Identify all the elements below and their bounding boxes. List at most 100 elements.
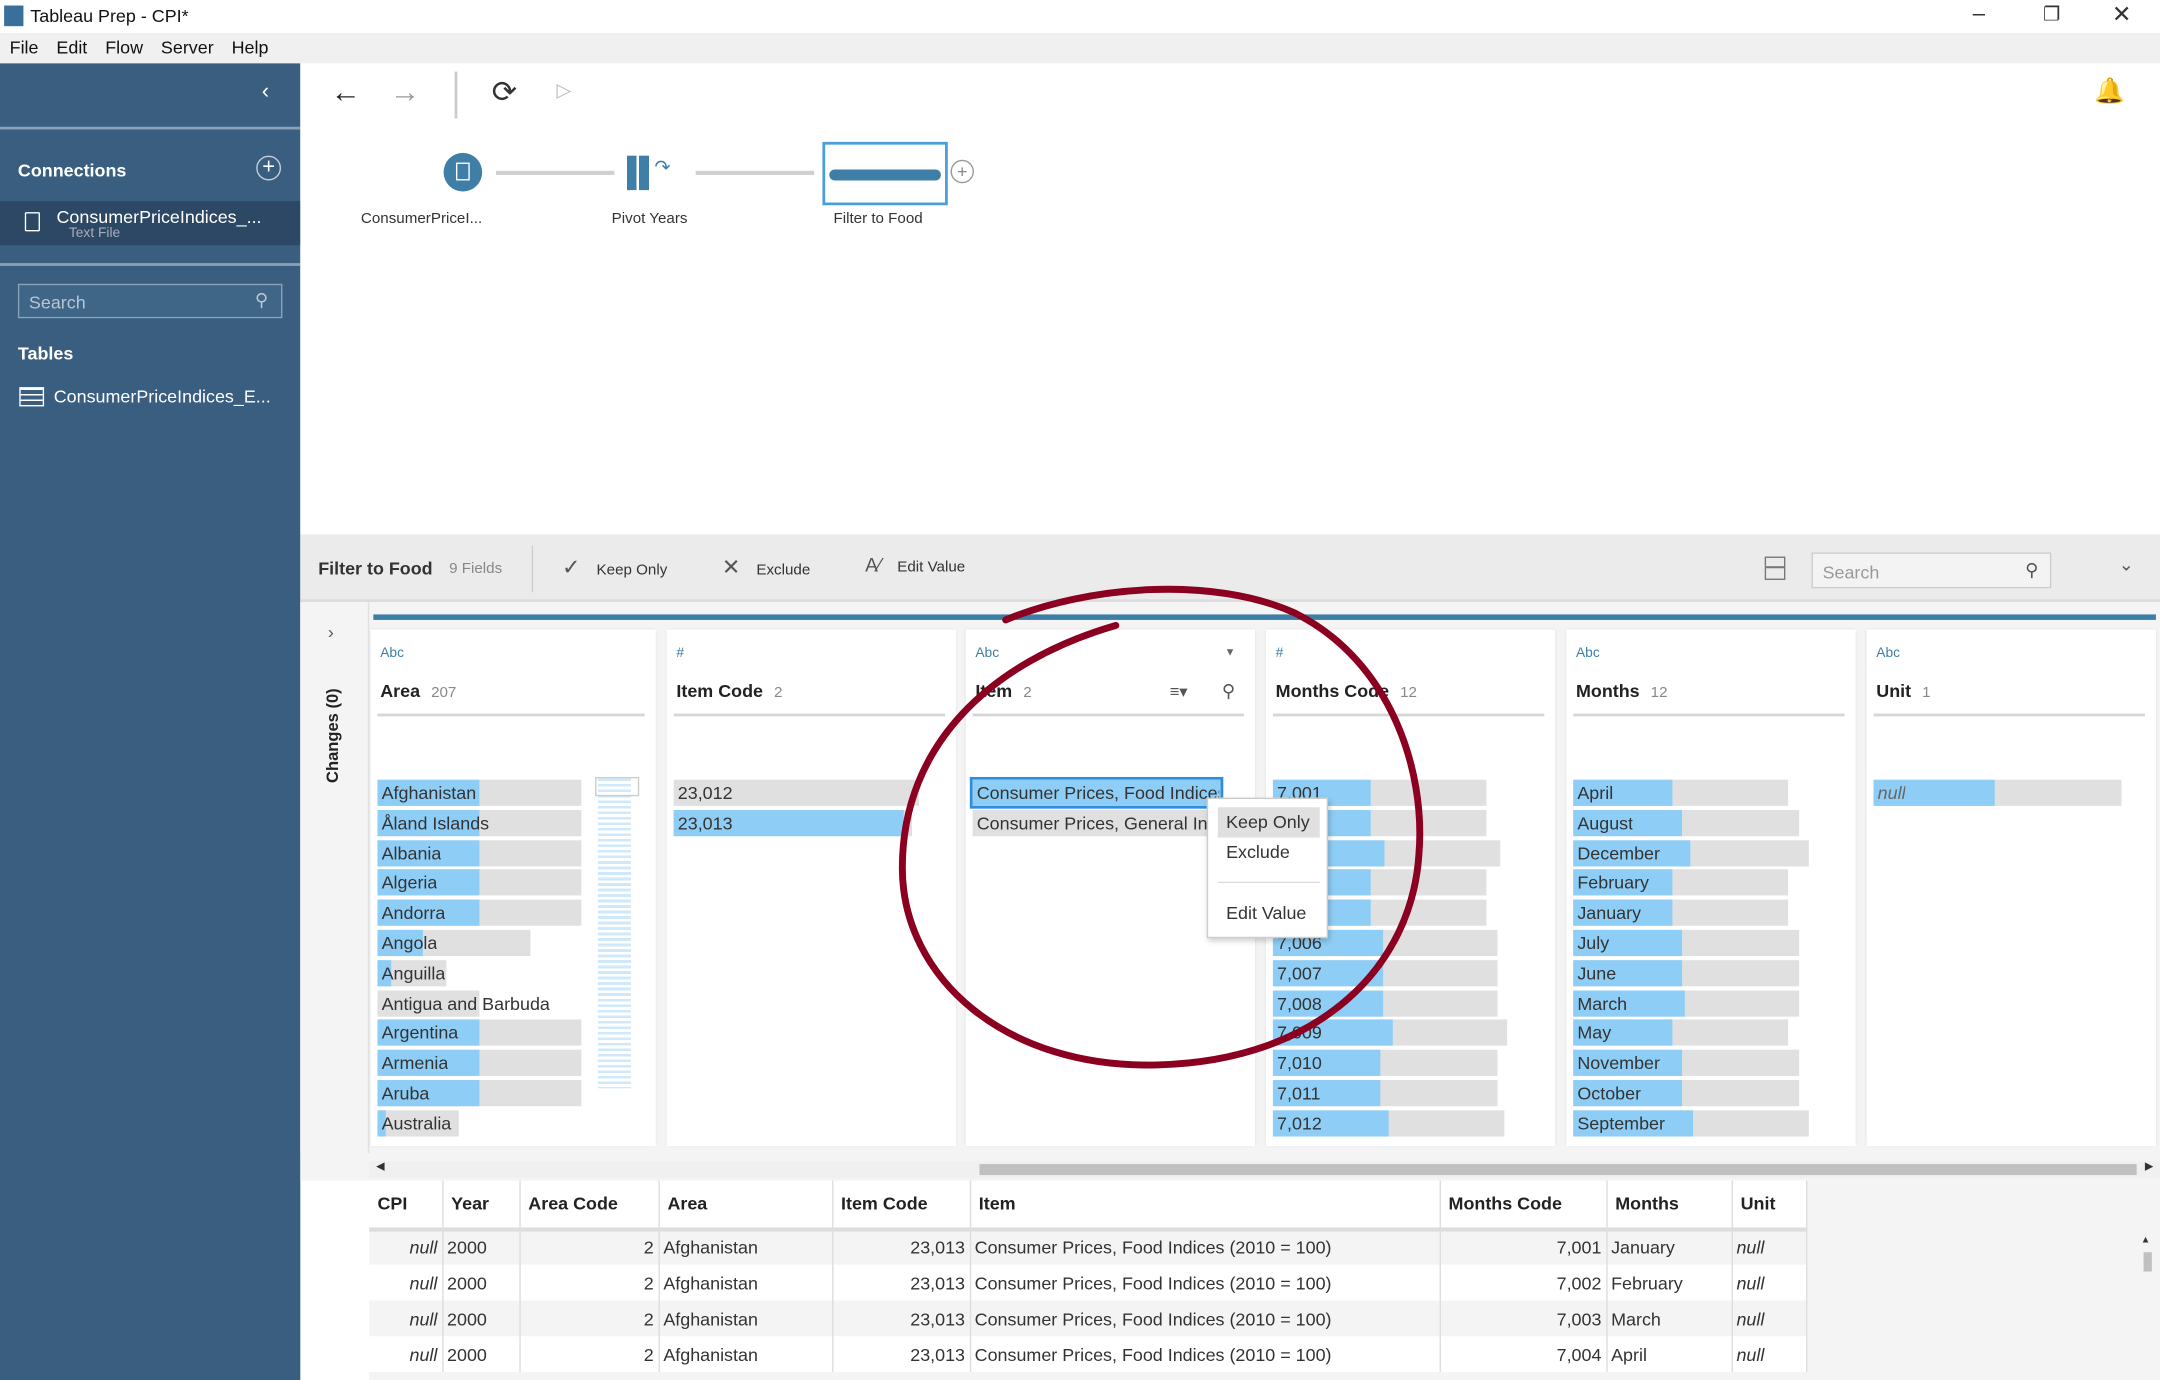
profile-card-unit[interactable]: Abc Unit 1 null bbox=[1866, 629, 2156, 1147]
table-cell[interactable]: Afghanistan bbox=[658, 1264, 833, 1301]
field-name[interactable]: Item 2 bbox=[975, 681, 1031, 702]
table-cell[interactable]: 23,013 bbox=[832, 1336, 971, 1373]
value-bar[interactable]: 7,009 bbox=[1272, 1019, 1508, 1047]
column-header[interactable]: Item Code bbox=[832, 1180, 971, 1231]
table-cell[interactable]: 2000 bbox=[442, 1336, 521, 1373]
table-cell[interactable]: 23,013 bbox=[832, 1300, 971, 1337]
menu-edit[interactable]: Edit bbox=[47, 33, 96, 58]
table-cell[interactable]: null bbox=[1731, 1300, 1807, 1337]
scroll-minimap[interactable] bbox=[595, 776, 640, 1089]
value-bar[interactable]: null bbox=[1873, 779, 2122, 806]
collapse-profile-icon[interactable]: ⌄ bbox=[2119, 554, 2134, 576]
field-name[interactable]: Months 12 bbox=[1576, 681, 1668, 702]
table-cell[interactable]: 7,003 bbox=[1439, 1300, 1607, 1337]
minimize-button[interactable]: – bbox=[1973, 3, 1985, 28]
sidebar-search-input[interactable]: Search ⚲ bbox=[17, 283, 283, 319]
value-bar[interactable]: Armenia bbox=[377, 1049, 582, 1077]
table-cell[interactable]: Afghanistan bbox=[658, 1228, 833, 1265]
table-cell[interactable]: 2000 bbox=[442, 1228, 521, 1265]
value-bar[interactable]: May bbox=[1573, 1019, 1789, 1047]
menu-item-edit-value[interactable]: Edit Value bbox=[1218, 898, 1320, 928]
value-bar[interactable]: Aruba bbox=[377, 1080, 582, 1107]
number-type-icon[interactable]: # bbox=[676, 646, 684, 661]
table-cell[interactable]: 7,004 bbox=[1439, 1336, 1607, 1373]
table-cell[interactable]: 2 bbox=[519, 1228, 660, 1265]
table-cell[interactable]: February bbox=[1606, 1264, 1733, 1301]
table-row[interactable]: null 2000 2 Afghanistan 23,013 Consumer Price… bbox=[369, 1228, 1807, 1265]
notifications-bell-icon[interactable]: 🔔 bbox=[2094, 77, 2125, 106]
value-bar[interactable]: 7,011 bbox=[1272, 1080, 1498, 1107]
search-icon[interactable]: ⚲ bbox=[1222, 681, 1235, 703]
collapse-sidebar-icon[interactable]: ‹ bbox=[262, 80, 269, 105]
value-bar[interactable]: August bbox=[1573, 809, 1800, 836]
value-bar[interactable]: 7,012 bbox=[1272, 1110, 1505, 1137]
value-bar[interactable]: Angola bbox=[377, 929, 531, 957]
table-cell[interactable]: null bbox=[369, 1336, 443, 1373]
scroll-thumb[interactable] bbox=[979, 1164, 2137, 1176]
value-bar[interactable]: December bbox=[1573, 839, 1809, 866]
value-bar[interactable]: Anguilla bbox=[377, 959, 447, 987]
column-header[interactable]: Months Code bbox=[1439, 1180, 1607, 1231]
back-icon[interactable]: ← bbox=[331, 74, 361, 110]
table-cell[interactable]: January bbox=[1606, 1228, 1733, 1265]
table-cell[interactable]: 23,013 bbox=[832, 1228, 971, 1265]
sort-icon[interactable]: ≡▾ bbox=[1170, 682, 1188, 701]
value-bar[interactable]: Consumer Prices, General Indices (2010 =… bbox=[972, 809, 1221, 836]
keep-only-button[interactable]: ✓ Keep Only bbox=[562, 554, 667, 582]
column-header[interactable]: Unit bbox=[1731, 1180, 1807, 1231]
add-connection-icon[interactable]: + bbox=[256, 155, 282, 181]
number-type-icon[interactable]: # bbox=[1276, 646, 1284, 661]
table-item[interactable]: ConsumerPriceIndices_E... bbox=[0, 380, 300, 413]
layout-toggle-icon[interactable] bbox=[1764, 556, 1786, 580]
table-cell[interactable]: null bbox=[1731, 1264, 1807, 1301]
value-bar[interactable]: 23,013 bbox=[673, 809, 912, 836]
column-header[interactable]: Item bbox=[969, 1180, 1441, 1231]
scroll-left-icon[interactable]: ◀ bbox=[376, 1160, 384, 1172]
table-cell[interactable]: 2000 bbox=[442, 1300, 521, 1337]
flow-node-input[interactable] bbox=[443, 152, 483, 192]
string-type-icon[interactable]: Abc bbox=[975, 646, 999, 661]
value-bar[interactable]: November bbox=[1573, 1049, 1800, 1077]
profile-card-area[interactable]: Abc Area 207 Afghanistan Åland Islands Alba… bbox=[370, 629, 656, 1147]
value-bar[interactable]: July bbox=[1573, 929, 1800, 957]
column-header[interactable]: Area Code bbox=[519, 1180, 660, 1231]
menu-file[interactable]: File bbox=[0, 33, 47, 58]
forward-icon[interactable]: → bbox=[390, 74, 420, 110]
scroll-up-icon[interactable]: ▲ bbox=[2141, 1236, 2151, 1246]
minimap-viewport[interactable] bbox=[595, 776, 640, 797]
table-row[interactable]: null 2000 2 Afghanistan 23,013 Consumer Price… bbox=[369, 1264, 1807, 1301]
value-bar[interactable]: Andorra bbox=[377, 899, 582, 927]
scroll-thumb[interactable] bbox=[2143, 1252, 2152, 1272]
column-header[interactable]: Months bbox=[1606, 1180, 1733, 1231]
column-header[interactable]: Area bbox=[658, 1180, 833, 1231]
value-bar[interactable]: April bbox=[1573, 779, 1789, 806]
table-cell[interactable]: Afghanistan bbox=[658, 1300, 833, 1337]
expand-changes-icon[interactable]: › bbox=[328, 621, 334, 642]
value-bar[interactable]: Argentina bbox=[377, 1019, 582, 1047]
card-menu-icon[interactable]: ▼ bbox=[1225, 646, 1236, 658]
profile-card-months[interactable]: Abc Months 12 April August December February… bbox=[1566, 629, 1856, 1147]
edit-value-button[interactable]: A⁄ Edit Value bbox=[865, 554, 965, 576]
string-type-icon[interactable]: Abc bbox=[380, 646, 404, 661]
value-bar[interactable]: 7,010 bbox=[1272, 1049, 1498, 1077]
table-cell[interactable]: 2 bbox=[519, 1264, 660, 1301]
table-cell[interactable]: 2 bbox=[519, 1336, 660, 1373]
table-cell[interactable]: Afghanistan bbox=[658, 1336, 833, 1373]
table-cell[interactable]: 2 bbox=[519, 1300, 660, 1337]
add-step-icon[interactable]: + bbox=[950, 159, 974, 184]
string-type-icon[interactable]: Abc bbox=[1876, 646, 1900, 661]
run-flow-icon[interactable]: ▷ bbox=[557, 79, 572, 102]
table-cell[interactable]: null bbox=[369, 1264, 443, 1301]
profile-card-item-code[interactable]: # Item Code 2 23,012 23,013 bbox=[666, 629, 957, 1147]
flow-canvas[interactable]: ← → ⟳ ▷ 🔔 ConsumerPriceI... ↷ Pivot Year… bbox=[300, 63, 2160, 535]
flow-node-pivot[interactable]: ↷ bbox=[626, 155, 682, 192]
value-bar[interactable]: 7,008 bbox=[1272, 989, 1498, 1017]
table-cell[interactable]: null bbox=[1731, 1228, 1807, 1265]
value-bar[interactable]: September bbox=[1573, 1110, 1809, 1137]
field-name[interactable]: Area 207 bbox=[380, 681, 456, 702]
value-bar[interactable]: Åland Islands bbox=[377, 809, 582, 836]
field-name[interactable]: Unit 1 bbox=[1876, 681, 1930, 702]
value-bar[interactable]: Australia bbox=[377, 1110, 459, 1137]
restore-button[interactable]: ❐ bbox=[2043, 3, 2060, 26]
value-bar[interactable]: Algeria bbox=[377, 869, 582, 896]
